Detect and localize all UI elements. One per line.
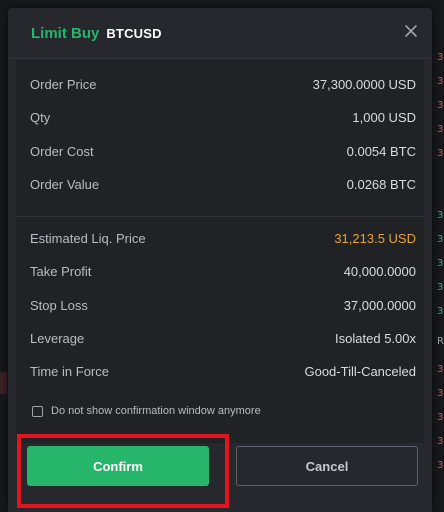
- dont-show-again-checkbox[interactable]: [32, 405, 43, 417]
- detail-label: Leverage: [30, 331, 85, 347]
- detail-value: 37,300.0000 USD: [312, 77, 416, 93]
- bg-tick: 3: [437, 52, 444, 63]
- order-confirmation-dialog: Limit Buy BTCUSD Order Price 37,300.0000…: [8, 8, 432, 512]
- order-details-panel: Order Price 37,300.0000 USD Qty 1,000 US…: [16, 59, 424, 443]
- section-divider: [16, 216, 424, 217]
- detail-row-time-in-force: Time in Force Good-Till-Canceled: [30, 355, 416, 388]
- detail-value: 1,000 USD: [352, 110, 416, 126]
- checkbox-label: Do not show confirmation window anymore: [51, 405, 261, 417]
- bg-tick: 3: [437, 124, 444, 135]
- bg-tick: 3: [437, 100, 444, 111]
- detail-label: Order Value: [30, 177, 100, 193]
- detail-label: Order Price: [30, 77, 97, 93]
- bg-tick: 3: [437, 234, 444, 245]
- detail-label: Stop Loss: [30, 297, 88, 313]
- detail-row-order-cost: Order Cost 0.0054 BTC: [30, 135, 416, 168]
- detail-row-order-value: Order Value 0.0268 BTC: [30, 168, 416, 201]
- detail-value: Good-Till-Canceled: [304, 364, 416, 380]
- order-type-title: Limit Buy: [31, 24, 100, 42]
- detail-value: 0.0268 BTC: [346, 177, 416, 193]
- detail-value: 0.0054 BTC: [346, 143, 416, 159]
- bg-tick: 3: [437, 364, 444, 375]
- detail-row-qty: Qty 1,000 USD: [30, 101, 416, 134]
- detail-label: Estimated Liq. Price: [30, 231, 146, 247]
- bg-tick: 3: [437, 210, 444, 221]
- detail-row-order-price: Order Price 37,300.0000 USD: [30, 68, 416, 101]
- detail-row-leverage: Leverage Isolated 5.00x: [30, 322, 416, 355]
- order-details-list: Order Price 37,300.0000 USD Qty 1,000 US…: [30, 68, 416, 201]
- detail-label: Order Cost: [30, 143, 94, 159]
- detail-label: Time in Force: [30, 364, 109, 380]
- bg-tick: 3: [437, 306, 444, 317]
- detail-row-take-profit: Take Profit 40,000.0000: [30, 255, 416, 288]
- bg-chart-bar: [0, 372, 7, 394]
- bg-tick: 3: [437, 282, 444, 293]
- bg-tick: 3: [437, 76, 444, 87]
- detail-row-stop-loss: Stop Loss 37,000.0000: [30, 289, 416, 322]
- bg-tick: 3: [437, 412, 444, 423]
- liq-price-value: 31,213.5 USD: [334, 231, 416, 247]
- confirm-highlight-box: [17, 434, 229, 508]
- detail-value: 37,000.0000: [343, 297, 416, 313]
- symbol-title: BTCUSD: [106, 25, 162, 41]
- bg-tick: 3: [437, 148, 444, 159]
- detail-value: Isolated 5.00x: [335, 331, 416, 347]
- bg-tick: 3: [437, 436, 444, 447]
- bg-tick: 3: [437, 460, 444, 471]
- close-icon[interactable]: [403, 23, 419, 39]
- bg-tick: 3: [437, 258, 444, 269]
- detail-label: Take Profit: [30, 264, 92, 280]
- bg-tick: R: [437, 336, 444, 347]
- detail-value: 40,000.0000: [343, 264, 416, 280]
- risk-details-list: Estimated Liq. Price 31,213.5 USD Take P…: [30, 222, 416, 388]
- bg-tick: 3: [437, 388, 444, 399]
- detail-label: Qty: [30, 110, 51, 126]
- detail-row-estimated-liq-price: Estimated Liq. Price 31,213.5 USD: [30, 222, 416, 255]
- cancel-button[interactable]: Cancel: [236, 446, 418, 486]
- dialog-header: Limit Buy BTCUSD: [8, 8, 432, 58]
- dont-show-again-option[interactable]: Do not show confirmation window anymore: [32, 405, 261, 417]
